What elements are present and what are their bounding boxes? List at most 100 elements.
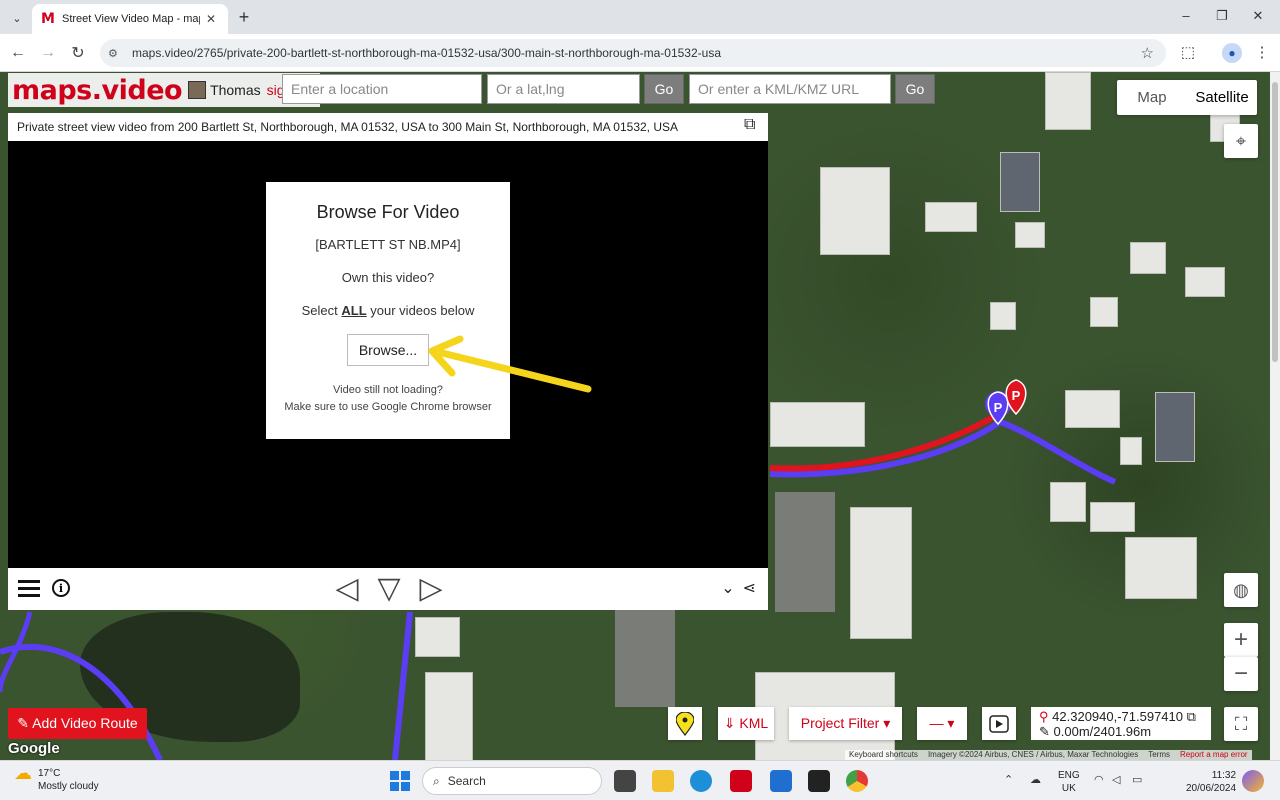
site-info-icon[interactable]: ⚙ — [108, 47, 124, 60]
imagery-credit: Imagery ©2024 Airbus, CNES / Airbus, Max… — [927, 750, 1139, 759]
site-header: maps.video Thomas sign out — [8, 72, 320, 108]
chevron-down-icon[interactable]: ⌄ — [721, 578, 734, 598]
copy-icon[interactable]: ⧉ — [1187, 709, 1196, 724]
user-avatar — [188, 81, 207, 99]
zoom-in-button[interactable]: + — [1224, 623, 1258, 657]
maximize-icon[interactable]: ❐ — [1212, 8, 1232, 24]
tab-list-icon[interactable]: ⌄ — [6, 7, 28, 29]
coordinates-panel: ⚲ 42.320940,-71.597410 ⧉ ✎ 0.00m/2401.96… — [1031, 707, 1211, 740]
new-tab-icon[interactable]: + — [234, 7, 254, 27]
edge-icon[interactable] — [690, 770, 712, 792]
windows-taskbar: ☁ 17°C Mostly cloudy ⌕ Search ⌃ ☁ ENG UK… — [0, 760, 1280, 800]
route-blue-line — [769, 418, 1117, 485]
play-icon[interactable] — [982, 707, 1016, 740]
copilot-icon[interactable] — [1242, 770, 1264, 792]
video-title: Private street view video from 200 Bartl… — [17, 120, 679, 134]
window-close-icon[interactable]: ✕ — [1248, 8, 1268, 24]
windows-start-icon[interactable] — [390, 771, 410, 791]
google-logo: Google — [8, 740, 60, 757]
menu-hamburger-icon[interactable] — [18, 580, 40, 601]
username: Thomas — [210, 82, 261, 98]
route-blue-line-3 — [392, 611, 413, 760]
own-video-text: Own this video? — [341, 270, 435, 285]
next-arrow-icon[interactable]: ▷ — [412, 572, 450, 606]
map-attribution: Keyboard shortcuts Imagery ©2024 Airbus,… — [845, 750, 1252, 760]
video-filename: [BARTLETT ST NB.MP4] — [315, 237, 461, 252]
video-nav: ◁ ▽ ▷ — [328, 572, 450, 606]
svg-text:P: P — [994, 400, 1003, 415]
menu-icon[interactable]: ⋮ — [1252, 43, 1272, 61]
add-video-route-button[interactable]: ✎ Add Video Route — [8, 708, 147, 739]
file-explorer-icon[interactable] — [652, 770, 674, 792]
page-scrollbar[interactable] — [1270, 72, 1280, 760]
location-input[interactable]: Enter a location — [282, 74, 482, 104]
url-field[interactable]: ⚙ maps.video/2765/private-200-bartlett-s… — [100, 39, 1166, 67]
zoom-out-button[interactable]: − — [1224, 657, 1258, 691]
task-view-icon[interactable] — [614, 770, 636, 792]
media-player-icon[interactable] — [808, 770, 830, 792]
bookmark-star-icon[interactable]: ☆ — [1141, 44, 1154, 62]
language-indicator[interactable]: ENG UK — [1058, 769, 1080, 795]
select-videos-text: Select ALL your videos below — [301, 303, 475, 318]
terms-link[interactable]: Terms — [1148, 750, 1170, 760]
lat-lng-readout: 42.320940,-71.597410 — [1052, 709, 1184, 724]
url-text: maps.video/2765/private-200-bartlett-st-… — [132, 46, 721, 60]
wifi-icon[interactable]: ◠ — [1094, 773, 1104, 786]
chrome-icon[interactable] — [846, 770, 868, 792]
back-icon[interactable]: ← — [8, 43, 28, 63]
distance-readout: 0.00m/2401.96m — [1053, 724, 1152, 739]
search-icon: ⌕ — [433, 773, 440, 788]
tray-chevron-icon[interactable]: ⌃ — [1004, 773, 1013, 786]
my-location-icon[interactable]: ⌖ — [1224, 124, 1258, 158]
go-kml-button[interactable]: Go — [895, 74, 935, 104]
reload-icon[interactable]: ↻ — [68, 43, 88, 63]
tab-close-icon[interactable]: ✕ — [206, 12, 216, 26]
go-button[interactable]: Go — [644, 74, 684, 104]
info-icon[interactable]: i — [52, 579, 70, 597]
onedrive-icon[interactable]: ☁ — [1030, 773, 1041, 786]
weather-widget[interactable]: ☁ 17°C Mostly cloudy — [14, 763, 99, 793]
latlng-input[interactable]: Or a lat,lng — [487, 74, 640, 104]
weather-icon: ☁ — [14, 763, 32, 783]
app-icon[interactable] — [730, 770, 752, 792]
forward-icon[interactable]: → — [38, 43, 58, 63]
share-icon[interactable]: ⋖ — [743, 578, 756, 598]
report-error-link[interactable]: Report a map error — [1180, 750, 1248, 760]
line-style-dropdown[interactable]: — ▾ — [917, 707, 967, 740]
browser-tab-bar: ⌄ M Street View Video Map - maps.video ✕… — [0, 0, 1280, 34]
extensions-icon[interactable]: ⬚ — [1178, 43, 1198, 61]
kml-url-input[interactable]: Or enter a KML/KMZ URL — [689, 74, 891, 104]
app-s-icon[interactable] — [770, 770, 792, 792]
map-type-map-button[interactable]: Map — [1117, 80, 1187, 115]
map-type-control: Map Satellite — [1117, 80, 1257, 115]
globe-icon[interactable]: ◍ — [1224, 573, 1258, 607]
volume-icon[interactable]: ◁ — [1112, 773, 1120, 786]
previous-arrow-icon[interactable]: ◁ — [328, 572, 366, 606]
minimize-icon[interactable]: – — [1176, 8, 1196, 23]
browse-button[interactable]: Browse... — [347, 334, 429, 366]
pin-small-icon: ⚲ — [1039, 709, 1049, 724]
fullscreen-icon[interactable]: ⛶ — [1224, 707, 1258, 741]
annotation-arrow — [428, 335, 592, 393]
site-logo[interactable]: maps.video — [8, 73, 187, 107]
browser-tab[interactable]: M Street View Video Map - maps.video ✕ — [32, 4, 228, 34]
map-type-satellite-button[interactable]: Satellite — [1187, 80, 1257, 115]
project-filter-dropdown[interactable]: Project Filter ▾ — [789, 707, 902, 740]
clock[interactable]: 11:32 20/06/2024 — [1186, 769, 1236, 795]
battery-icon[interactable]: ▭ — [1132, 773, 1142, 786]
popout-icon[interactable]: ⧉ — [744, 116, 766, 136]
dialog-title: Browse For Video — [316, 202, 460, 222]
down-arrow-icon[interactable]: ▽ — [370, 572, 408, 606]
video-panel: Private street view video from 200 Bartl… — [8, 113, 768, 610]
pin-marker-icon[interactable] — [668, 707, 702, 740]
taskbar-search[interactable]: ⌕ Search — [422, 767, 602, 795]
video-header: Private street view video from 200 Bartl… — [8, 113, 768, 141]
keyboard-shortcuts-link[interactable]: Keyboard shortcuts — [849, 750, 918, 760]
profile-avatar-icon[interactable]: ● — [1222, 43, 1242, 63]
kml-download-button[interactable]: ⇓ KML — [718, 707, 774, 740]
ruler-icon: ✎ — [1039, 724, 1050, 739]
tab-title: Street View Video Map - maps.video — [62, 13, 200, 25]
address-bar-row: ← → ↻ ⚙ maps.video/2765/private-200-bart… — [0, 34, 1280, 72]
site-favicon: M — [41, 11, 55, 27]
svg-text:P: P — [1012, 388, 1021, 403]
